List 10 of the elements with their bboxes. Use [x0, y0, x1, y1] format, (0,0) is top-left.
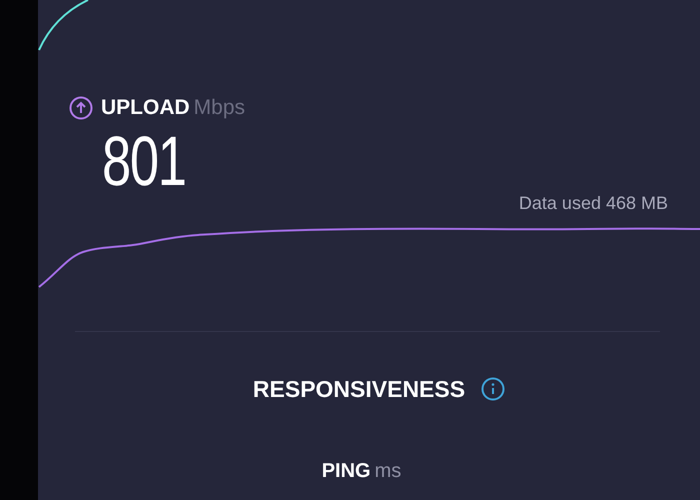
upload-icon	[69, 96, 93, 120]
ping-label: PING	[322, 459, 371, 484]
upload-speed: 801	[102, 126, 186, 196]
data-used-text: Data used 468 MB	[518, 192, 668, 214]
info-icon[interactable]	[481, 376, 506, 401]
section-title: RESPONSIVENESS	[252, 374, 466, 404]
upload-label: UPLOAD	[101, 95, 190, 121]
download-graph	[38, 0, 88, 50]
unit-label: Mbps	[194, 95, 246, 121]
unit-label: ms	[374, 459, 402, 484]
